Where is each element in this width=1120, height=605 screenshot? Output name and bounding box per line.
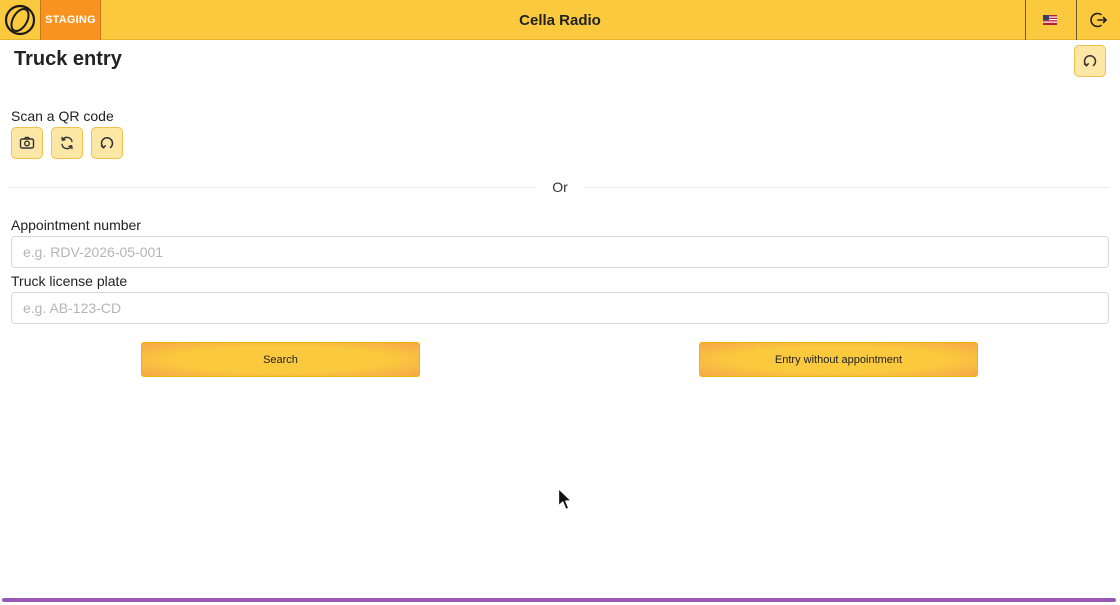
refresh-icon <box>1083 55 1097 67</box>
appointment-number-input[interactable] <box>11 236 1109 268</box>
refresh-button[interactable] <box>1074 45 1106 77</box>
page-title: Truck entry <box>14 48 122 70</box>
logout-icon <box>1089 12 1107 28</box>
divider-left <box>8 187 536 188</box>
orbit-logo-icon[interactable] <box>0 0 40 40</box>
search-button[interactable]: Search <box>141 342 420 377</box>
license-plate-input[interactable] <box>11 292 1109 324</box>
switch-camera-icon <box>61 136 73 150</box>
camera-button[interactable] <box>11 127 43 159</box>
license-plate-label: Truck license plate <box>11 273 128 289</box>
us-flag-icon <box>1042 15 1057 25</box>
bottom-accent-bar <box>2 598 1116 602</box>
app-title: Cella Radio <box>519 11 601 29</box>
switch-camera-button[interactable] <box>51 127 83 159</box>
reset-icon <box>100 137 114 149</box>
mouse-cursor-icon <box>557 487 573 511</box>
top-bar: STAGING Cella Radio <box>0 0 1120 40</box>
divider-or: Or <box>552 179 568 195</box>
scan-controls <box>11 127 123 159</box>
appointment-number-label: Appointment number <box>11 217 141 233</box>
reset-button[interactable] <box>91 127 123 159</box>
language-button[interactable] <box>1025 0 1073 40</box>
logout-button[interactable] <box>1076 0 1120 40</box>
entry-without-appointment-button[interactable]: Entry without appointment <box>699 342 978 377</box>
staging-badge: STAGING <box>40 0 101 40</box>
scan-qr-label: Scan a QR code <box>11 108 114 124</box>
camera-icon <box>19 136 35 149</box>
divider-right <box>584 187 1110 188</box>
